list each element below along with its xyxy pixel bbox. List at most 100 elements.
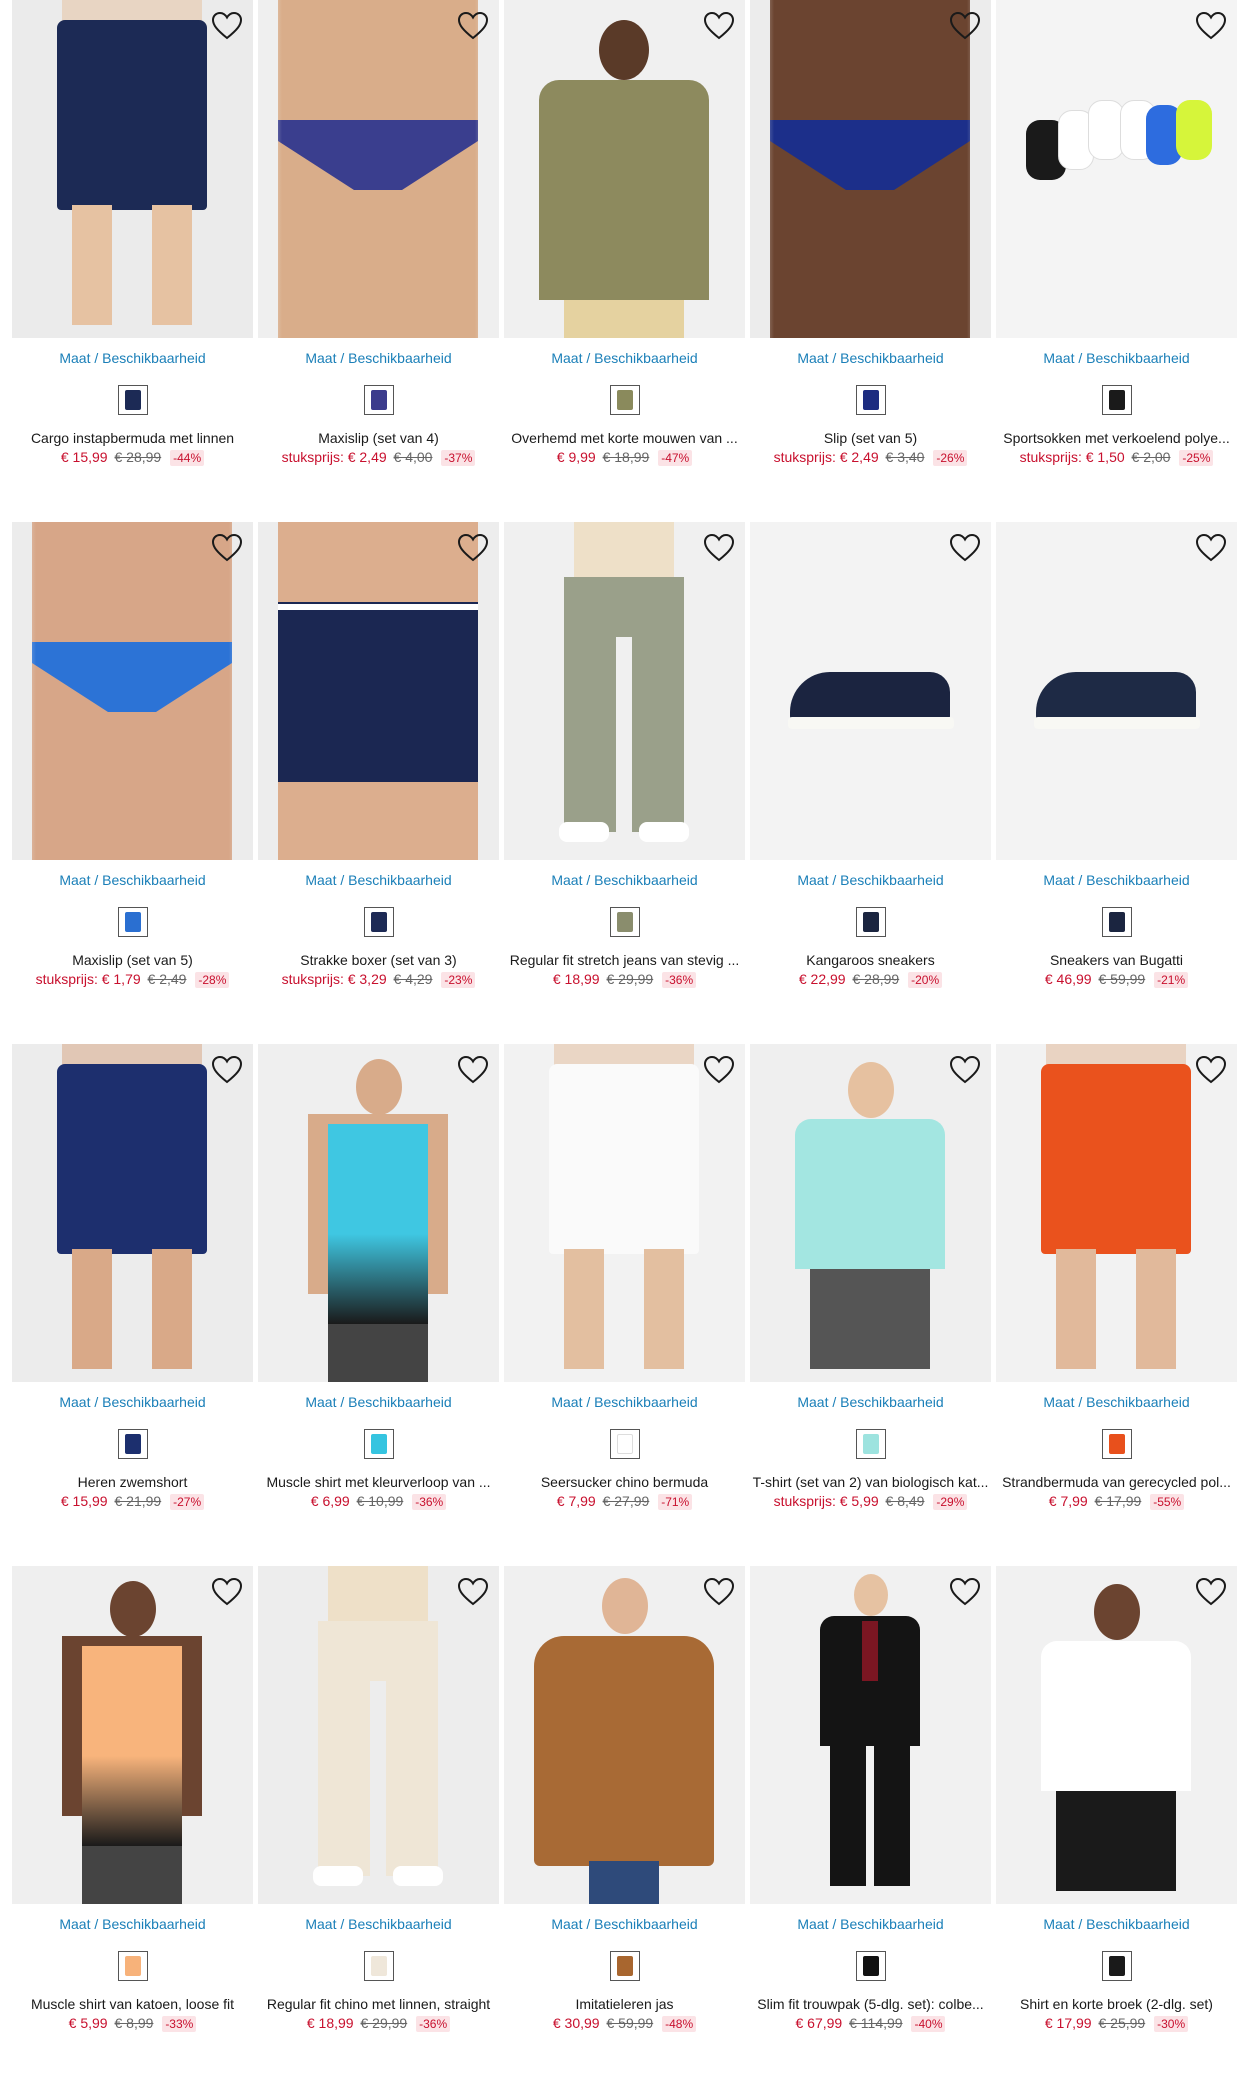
wishlist-heart-icon[interactable] [457, 1576, 489, 1608]
product-image[interactable] [12, 522, 253, 860]
wishlist-heart-icon[interactable] [703, 1576, 735, 1608]
product-image[interactable] [996, 1044, 1237, 1382]
wishlist-heart-icon[interactable] [703, 532, 735, 564]
wishlist-heart-icon[interactable] [457, 532, 489, 564]
product-title[interactable]: Muscle shirt van katoen, loose fit [12, 1996, 253, 2012]
product-card[interactable]: Maat / Beschikbaarheid Overhemd met kort… [504, 0, 745, 522]
size-availability-link[interactable]: Maat / Beschikbaarheid [12, 1916, 253, 1934]
wishlist-heart-icon[interactable] [1195, 1576, 1227, 1608]
product-image[interactable] [258, 0, 499, 338]
product-title[interactable]: Maxislip (set van 4) [258, 430, 499, 446]
color-swatch[interactable] [363, 385, 394, 415]
product-title[interactable]: Muscle shirt met kleurverloop van ... [258, 1474, 499, 1490]
product-title[interactable]: Cargo instapbermuda met linnen [12, 430, 253, 446]
color-swatch[interactable] [609, 1951, 640, 1981]
product-title[interactable]: Imitatieleren jas [504, 1996, 745, 2012]
color-swatch[interactable] [1101, 907, 1132, 937]
color-swatch[interactable] [855, 907, 886, 937]
product-card[interactable]: Maat / Beschikbaarheid Slim fit trouwpak… [750, 1566, 991, 2088]
product-title[interactable]: T-shirt (set van 2) van biologisch kat..… [750, 1474, 991, 1490]
product-title[interactable]: Slip (set van 5) [750, 430, 991, 446]
product-card[interactable]: Maat / Beschikbaarheid Cargo instapbermu… [12, 0, 253, 522]
color-swatch[interactable] [363, 1429, 394, 1459]
size-availability-link[interactable]: Maat / Beschikbaarheid [258, 350, 499, 368]
product-title[interactable]: Seersucker chino bermuda [504, 1474, 745, 1490]
color-swatch[interactable] [855, 385, 886, 415]
color-swatch[interactable] [1101, 1429, 1132, 1459]
product-card[interactable]: Maat / Beschikbaarheid Maxislip (set van… [258, 0, 499, 522]
product-image[interactable] [504, 0, 745, 338]
wishlist-heart-icon[interactable] [949, 1054, 981, 1086]
size-availability-link[interactable]: Maat / Beschikbaarheid [504, 872, 745, 890]
wishlist-heart-icon[interactable] [211, 10, 243, 42]
product-card[interactable]: Maat / Beschikbaarheid Shirt en korte br… [996, 1566, 1237, 2088]
product-card[interactable]: Maat / Beschikbaarheid Maxislip (set van… [12, 522, 253, 1044]
product-image[interactable] [996, 522, 1237, 860]
product-card[interactable]: Maat / Beschikbaarheid Regular fit chino… [258, 1566, 499, 2088]
product-title[interactable]: Slim fit trouwpak (5-dlg. set): colbe... [750, 1996, 991, 2012]
product-image[interactable] [258, 1044, 499, 1382]
product-image[interactable] [750, 1566, 991, 1904]
product-title[interactable]: Strakke boxer (set van 3) [258, 952, 499, 968]
product-image[interactable] [258, 1566, 499, 1904]
color-swatch[interactable] [855, 1951, 886, 1981]
size-availability-link[interactable]: Maat / Beschikbaarheid [750, 872, 991, 890]
product-image[interactable] [12, 1044, 253, 1382]
product-title[interactable]: Strandbermuda van gerecycled pol... [996, 1474, 1237, 1490]
wishlist-heart-icon[interactable] [1195, 1054, 1227, 1086]
product-image[interactable] [504, 1044, 745, 1382]
product-title[interactable]: Maxislip (set van 5) [12, 952, 253, 968]
size-availability-link[interactable]: Maat / Beschikbaarheid [12, 1394, 253, 1412]
product-image[interactable] [258, 522, 499, 860]
size-availability-link[interactable]: Maat / Beschikbaarheid [996, 872, 1237, 890]
product-image[interactable] [504, 1566, 745, 1904]
wishlist-heart-icon[interactable] [457, 1054, 489, 1086]
product-title[interactable]: Sneakers van Bugatti [996, 952, 1237, 968]
product-card[interactable]: Maat / Beschikbaarheid Muscle shirt van … [12, 1566, 253, 2088]
product-card[interactable]: Maat / Beschikbaarheid Kangaroos sneaker… [750, 522, 991, 1044]
color-swatch[interactable] [1101, 385, 1132, 415]
product-title[interactable]: Overhemd met korte mouwen van ... [504, 430, 745, 446]
product-card[interactable]: Maat / Beschikbaarheid T-shirt (set van … [750, 1044, 991, 1566]
wishlist-heart-icon[interactable] [949, 1576, 981, 1608]
wishlist-heart-icon[interactable] [211, 532, 243, 564]
product-image[interactable] [750, 1044, 991, 1382]
product-card[interactable]: Maat / Beschikbaarheid Muscle shirt met … [258, 1044, 499, 1566]
product-title[interactable]: Kangaroos sneakers [750, 952, 991, 968]
product-image[interactable] [996, 1566, 1237, 1904]
size-availability-link[interactable]: Maat / Beschikbaarheid [258, 1394, 499, 1412]
wishlist-heart-icon[interactable] [703, 1054, 735, 1086]
size-availability-link[interactable]: Maat / Beschikbaarheid [750, 1394, 991, 1412]
color-swatch[interactable] [609, 907, 640, 937]
color-swatch[interactable] [855, 1429, 886, 1459]
color-swatch[interactable] [117, 1951, 148, 1981]
product-image[interactable] [12, 0, 253, 338]
product-title[interactable]: Shirt en korte broek (2-dlg. set) [996, 1996, 1237, 2012]
product-card[interactable]: Maat / Beschikbaarheid Slip (set van 5) … [750, 0, 991, 522]
product-card[interactable]: Maat / Beschikbaarheid Sportsokken met v… [996, 0, 1237, 522]
product-title[interactable]: Regular fit chino met linnen, straight [258, 1996, 499, 2012]
size-availability-link[interactable]: Maat / Beschikbaarheid [504, 1394, 745, 1412]
product-card[interactable]: Maat / Beschikbaarheid Strandbermuda van… [996, 1044, 1237, 1566]
wishlist-heart-icon[interactable] [211, 1576, 243, 1608]
wishlist-heart-icon[interactable] [703, 10, 735, 42]
wishlist-heart-icon[interactable] [1195, 10, 1227, 42]
product-card[interactable]: Maat / Beschikbaarheid Imitatieleren jas… [504, 1566, 745, 2088]
product-card[interactable]: Maat / Beschikbaarheid Regular fit stret… [504, 522, 745, 1044]
product-image[interactable] [750, 522, 991, 860]
size-availability-link[interactable]: Maat / Beschikbaarheid [750, 350, 991, 368]
wishlist-heart-icon[interactable] [457, 10, 489, 42]
size-availability-link[interactable]: Maat / Beschikbaarheid [504, 350, 745, 368]
color-swatch[interactable] [1101, 1951, 1132, 1981]
color-swatch[interactable] [117, 1429, 148, 1459]
size-availability-link[interactable]: Maat / Beschikbaarheid [504, 1916, 745, 1934]
size-availability-link[interactable]: Maat / Beschikbaarheid [996, 1394, 1237, 1412]
size-availability-link[interactable]: Maat / Beschikbaarheid [258, 872, 499, 890]
size-availability-link[interactable]: Maat / Beschikbaarheid [258, 1916, 499, 1934]
color-swatch[interactable] [117, 907, 148, 937]
size-availability-link[interactable]: Maat / Beschikbaarheid [996, 350, 1237, 368]
product-image[interactable] [996, 0, 1237, 338]
product-title[interactable]: Sportsokken met verkoelend polye... [996, 430, 1237, 446]
color-swatch[interactable] [363, 1951, 394, 1981]
wishlist-heart-icon[interactable] [949, 532, 981, 564]
